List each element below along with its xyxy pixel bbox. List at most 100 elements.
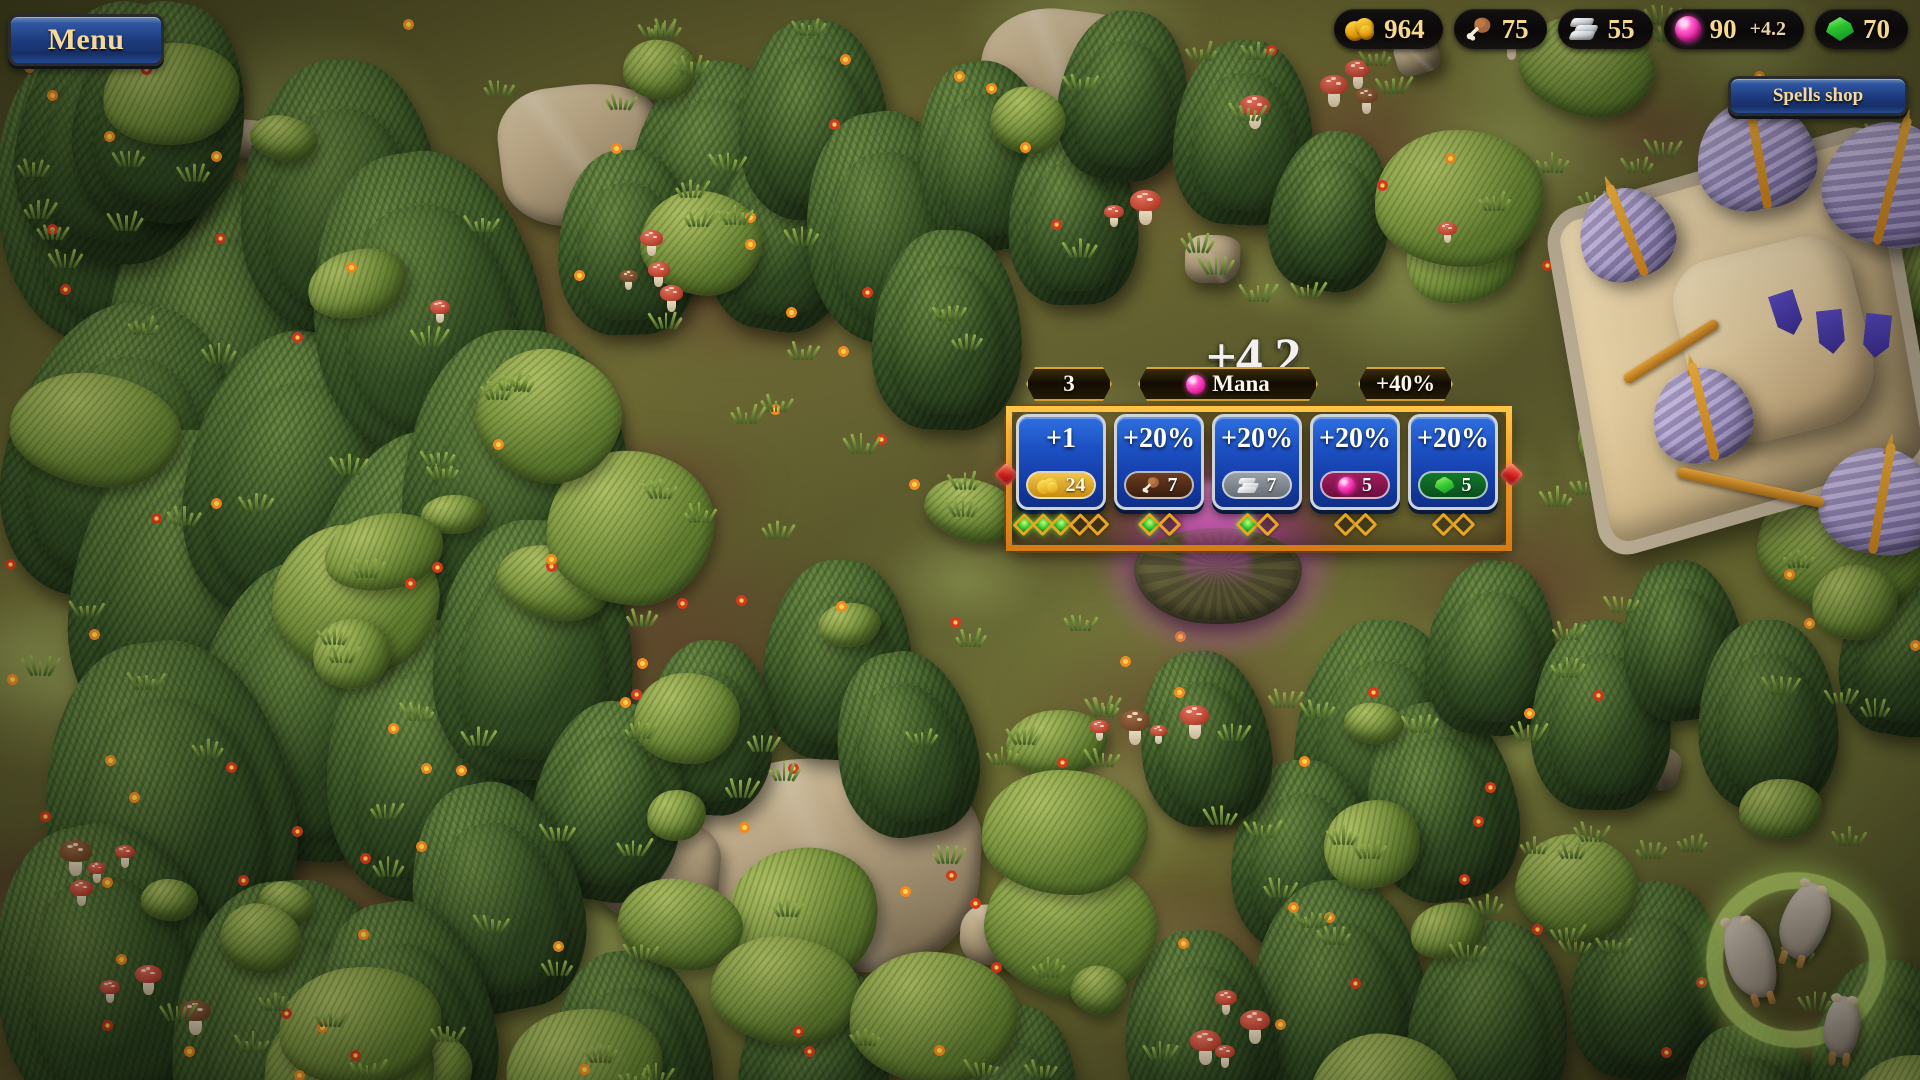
- upgrade-card-mana[interactable]: +20% 5: [1310, 414, 1400, 510]
- mushroom: [1130, 190, 1161, 226]
- castle-building[interactable]: [1542, 96, 1920, 564]
- grass-tuft: [1859, 698, 1890, 718]
- resource-food[interactable]: 75: [1453, 9, 1547, 49]
- grass-tuft: [316, 626, 350, 646]
- grass-tuft: [1448, 941, 1487, 962]
- grass-tuft: [841, 433, 881, 455]
- grass-tuft: [1242, 819, 1283, 839]
- mushroom: [660, 285, 684, 312]
- wildflower: [358, 852, 372, 866]
- grass-tuft: [759, 393, 794, 413]
- grass-tuft: [409, 325, 450, 348]
- grass-tuft: [127, 315, 159, 336]
- grass-tuft: [1549, 657, 1586, 679]
- grass-tuft: [786, 341, 821, 362]
- grass-tuft: [1374, 75, 1414, 95]
- upgrade-cost-badge: 7: [1124, 471, 1194, 499]
- resource-iron[interactable]: 55: [1557, 9, 1653, 49]
- upgrade-effect-label: +1: [1046, 423, 1076, 454]
- grass-tuft: [1572, 821, 1611, 844]
- gem-icon: [1826, 17, 1854, 41]
- mushroom: [1120, 710, 1151, 745]
- pip-empty: [1086, 512, 1110, 537]
- bonus-badge: +40%: [1358, 367, 1453, 401]
- grass-tuft: [640, 1062, 675, 1080]
- wildflower: [989, 961, 1003, 975]
- wildflower: [1457, 873, 1471, 887]
- grass-tuft: [126, 671, 166, 691]
- mushroom: [1180, 705, 1210, 739]
- grass-tuft: [1316, 925, 1351, 946]
- upgrade-cost-value: 5: [1461, 473, 1472, 496]
- wildflower: [836, 344, 850, 358]
- resource-gem[interactable]: 70: [1815, 9, 1908, 49]
- grass-tuft: [1467, 893, 1504, 916]
- wildflower: [45, 88, 59, 102]
- grass-tuft: [462, 214, 500, 233]
- grass-tuft: [1196, 255, 1235, 276]
- drumstick-icon: [1141, 476, 1161, 494]
- grass-tuft: [1477, 190, 1511, 212]
- upgrade-card-gold[interactable]: +1 24: [1016, 414, 1106, 510]
- grass-tuft: [1635, 839, 1668, 860]
- grass-tuft: [943, 495, 981, 518]
- grass-tuft: [538, 823, 576, 843]
- grass-tuft: [1031, 956, 1066, 979]
- wildflower: [1783, 567, 1797, 581]
- resource-bar: 964 75 55 90 +4.2 70: [1334, 9, 1908, 49]
- mushroom: [1215, 1045, 1235, 1068]
- mushroom: [1320, 75, 1349, 108]
- pip-empty: [1352, 512, 1378, 537]
- selected-unit-group[interactable]: [1700, 862, 1914, 1068]
- grass-tuft: [158, 1002, 197, 1022]
- pip-empty: [1450, 512, 1476, 537]
- grass-tuft: [1602, 595, 1640, 615]
- grass-tuft: [166, 504, 202, 527]
- menu-button[interactable]: Menu: [8, 14, 164, 66]
- grass-tuft: [258, 991, 291, 1012]
- wildflower: [953, 69, 967, 83]
- mushroom: [1438, 222, 1457, 244]
- wildflower: [860, 285, 874, 299]
- grass-tuft: [767, 761, 801, 782]
- resource-mana[interactable]: 90 +4.2: [1663, 9, 1804, 49]
- upgrade-card-iron[interactable]: +20% 7: [1212, 414, 1302, 510]
- grass-tuft: [483, 78, 515, 98]
- wildflower: [1802, 617, 1816, 631]
- grass-tuft: [1325, 824, 1360, 846]
- resource-gold[interactable]: 964: [1334, 9, 1443, 49]
- panel-header-badges: 3 Mana +40%: [1006, 366, 1512, 402]
- upgrade-cost-badge: 7: [1222, 471, 1292, 499]
- grass-tuft: [1292, 909, 1331, 929]
- grass-tuft: [946, 470, 981, 491]
- mushroom: [1240, 1010, 1270, 1045]
- grass-tuft: [16, 157, 51, 178]
- grass-tuft: [237, 493, 275, 513]
- grass-tuft: [985, 746, 1019, 767]
- mushroom: [430, 300, 451, 323]
- grass-tuft: [398, 701, 434, 722]
- wildflower: [431, 560, 445, 574]
- grass-tuft: [106, 210, 144, 232]
- mushroom: [1355, 88, 1378, 114]
- mushroom: [620, 270, 638, 291]
- grass-tuft: [371, 855, 404, 878]
- gold-coins-icon: [1345, 17, 1375, 42]
- iron-ingots-icon: [1567, 18, 1599, 40]
- grass-tuft: [1179, 232, 1216, 255]
- gold-coins-icon: [1036, 477, 1059, 494]
- spells-shop-button[interactable]: Spells shop: [1728, 76, 1908, 116]
- wildflower: [898, 885, 912, 899]
- upgrade-card-food[interactable]: +20% 7: [1114, 414, 1204, 510]
- grass-tuft: [1299, 699, 1336, 720]
- pip-empty: [1156, 512, 1182, 537]
- wildflower: [1531, 922, 1545, 936]
- mushroom: [70, 880, 93, 907]
- upgrade-card-gem[interactable]: +20% 5: [1408, 414, 1498, 510]
- grass-tuft: [782, 226, 819, 247]
- mushroom: [60, 840, 92, 877]
- grass-tuft: [191, 738, 224, 759]
- grass-tuft: [1083, 697, 1120, 719]
- upgrade-cost-value: 5: [1362, 473, 1372, 496]
- wildflower: [1523, 706, 1537, 720]
